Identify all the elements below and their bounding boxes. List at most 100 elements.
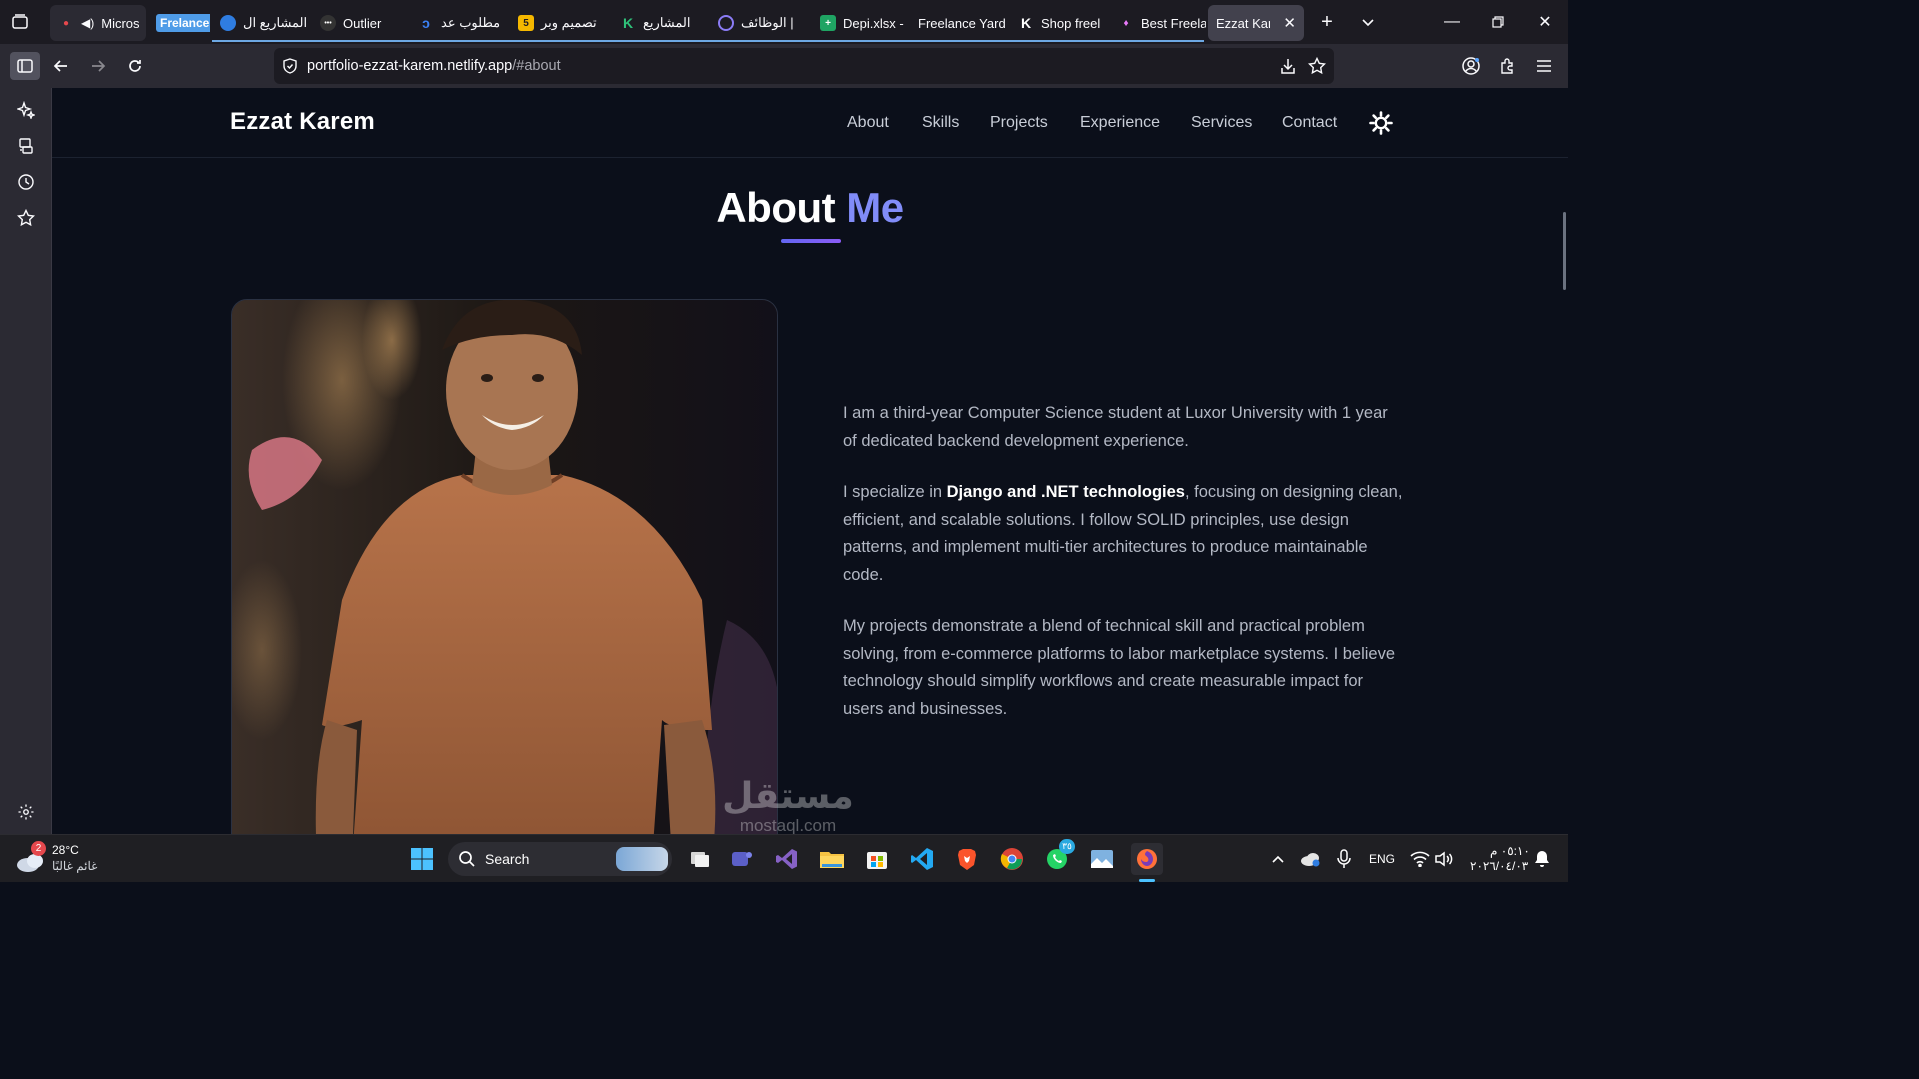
download-icon[interactable] bbox=[1279, 57, 1297, 75]
tab-ezzat-karem[interactable]: Ezzat Karem ✕ bbox=[1208, 5, 1304, 41]
new-tab-button[interactable]: + bbox=[1313, 8, 1341, 36]
tab-list-icon[interactable] bbox=[6, 8, 34, 36]
taskbar: 2 28°C غائم غالبًا Search ٣٥ ENG ٠٥:١٠ م… bbox=[0, 834, 1568, 882]
nav-skills[interactable]: Skills bbox=[922, 114, 959, 132]
site-brand[interactable]: Ezzat Karem bbox=[230, 108, 375, 136]
five-icon: 5 bbox=[518, 15, 534, 31]
forward-icon[interactable] bbox=[84, 52, 112, 80]
input-language[interactable]: ENG bbox=[1369, 852, 1395, 866]
shield-icon[interactable] bbox=[282, 58, 298, 74]
vscode-icon[interactable] bbox=[906, 843, 938, 875]
watermark-logo: مستقل mostaql.com bbox=[688, 776, 888, 835]
tab-label: مطلوب عد bbox=[441, 15, 501, 30]
tab-microsoft[interactable]: ● ◀) Micros bbox=[50, 5, 146, 41]
reload-icon[interactable] bbox=[121, 52, 149, 80]
extensions-icon[interactable] bbox=[1494, 52, 1522, 80]
visual-studio-icon[interactable] bbox=[771, 843, 803, 875]
tab-label: Ezzat Karem bbox=[1216, 15, 1271, 31]
whatsapp-icon[interactable]: ٣٥ bbox=[1041, 839, 1075, 875]
task-view-icon[interactable] bbox=[684, 843, 716, 875]
nav-experience[interactable]: Experience bbox=[1080, 114, 1160, 132]
clock-time[interactable]: ٠٥:١٠ م bbox=[1490, 844, 1530, 858]
close-tab-icon[interactable]: ✕ bbox=[1283, 14, 1296, 32]
about-paragraph-3: My projects demonstrate a blend of techn… bbox=[843, 617, 1396, 718]
tab-label: Outlier bbox=[343, 15, 382, 31]
active-app-indicator bbox=[1139, 879, 1155, 882]
about-paragraph-2: I specialize in Django and .NET technolo… bbox=[843, 479, 1403, 589]
customize-gear-icon[interactable] bbox=[12, 798, 40, 826]
ai-sparkle-icon[interactable] bbox=[12, 96, 40, 124]
sidebar-toggle-icon[interactable] bbox=[10, 52, 40, 80]
whatsapp-badge: ٣٥ bbox=[1059, 839, 1075, 854]
purple-ring-icon bbox=[718, 15, 734, 31]
firefox-icon[interactable] bbox=[1131, 843, 1163, 875]
chevron-up-icon[interactable] bbox=[1262, 843, 1294, 875]
balloon-icon: ♦ bbox=[1123, 17, 1129, 29]
tab-projects-ar[interactable]: المشاريع ال bbox=[212, 5, 308, 41]
browser-sidebar bbox=[0, 88, 52, 834]
tab-label: Shop freel bbox=[1041, 15, 1101, 31]
photos-icon[interactable] bbox=[1086, 843, 1118, 875]
chrome-icon[interactable] bbox=[996, 843, 1028, 875]
k-icon: K bbox=[1020, 15, 1032, 31]
brave-icon[interactable] bbox=[951, 843, 983, 875]
file-explorer-icon[interactable] bbox=[816, 843, 848, 875]
container-underline bbox=[212, 40, 1204, 42]
back-icon[interactable] bbox=[47, 52, 75, 80]
tab-label: المشاريع ال bbox=[243, 15, 308, 30]
tab-freelance-yard[interactable]: Freelance Yard bbox=[910, 5, 1008, 41]
swirl-icon: ↄ bbox=[422, 15, 430, 31]
tab-wanted[interactable]: ↄ مطلوب عد bbox=[410, 5, 508, 41]
tab-projects2[interactable]: K المشاريع bbox=[612, 5, 708, 41]
speaker-icon[interactable]: ◀) bbox=[81, 16, 94, 30]
tab-strip: ● ◀) Micros Frelance المشاريع ال ••• Out… bbox=[0, 0, 1568, 44]
sun-icon[interactable] bbox=[1368, 110, 1394, 136]
minimize-button[interactable]: — bbox=[1438, 8, 1466, 36]
weather-temp: 28°C bbox=[52, 843, 79, 857]
page-scrollbar[interactable] bbox=[1563, 212, 1566, 290]
nav-about[interactable]: About bbox=[847, 114, 889, 132]
weather-widget[interactable]: 2 28°C غائم غالبًا bbox=[16, 841, 126, 877]
microphone-icon[interactable] bbox=[1328, 843, 1360, 875]
menu-icon[interactable] bbox=[1530, 52, 1558, 80]
history-icon[interactable] bbox=[12, 168, 40, 196]
site-header: Ezzat Karem About Skills Projects Experi… bbox=[52, 88, 1568, 158]
tab-frelance[interactable]: Frelance bbox=[148, 5, 210, 41]
windows-start-icon[interactable] bbox=[406, 843, 438, 875]
tab-jobs[interactable]: الوظائف | bbox=[710, 5, 810, 41]
tab-depi[interactable]: + Depi.xlsx - bbox=[812, 5, 908, 41]
bookmark-star-icon[interactable] bbox=[1308, 57, 1326, 75]
taskbar-search-box[interactable]: Search bbox=[448, 842, 672, 876]
nav-contact[interactable]: Contact bbox=[1282, 114, 1337, 132]
nav-projects[interactable]: Projects bbox=[990, 114, 1048, 132]
volume-icon[interactable] bbox=[1428, 843, 1460, 875]
tab-outlier[interactable]: ••• Outlier bbox=[312, 5, 404, 41]
watermark-arabic: مستقل bbox=[722, 776, 854, 817]
tab-design[interactable]: 5 تصميم وبر bbox=[510, 5, 608, 41]
circle-blue-icon bbox=[220, 15, 236, 31]
address-bar[interactable]: portfolio-ezzat-karem.netlify.app/#about bbox=[274, 48, 1334, 84]
onedrive-icon[interactable] bbox=[1294, 843, 1326, 875]
search-icon bbox=[458, 850, 476, 873]
weather-desc: غائم غالبًا bbox=[52, 859, 98, 873]
restore-button[interactable] bbox=[1484, 8, 1512, 36]
tab-shop[interactable]: K Shop freel bbox=[1010, 5, 1106, 41]
bookmarks-icon[interactable] bbox=[12, 204, 40, 232]
synced-tabs-icon[interactable] bbox=[12, 132, 40, 160]
close-window-button[interactable]: ✕ bbox=[1531, 8, 1559, 36]
notification-bell-icon[interactable] bbox=[1526, 843, 1558, 875]
chevron-down-icon[interactable] bbox=[1354, 8, 1382, 36]
watermark-latin: mostaql.com bbox=[739, 816, 837, 834]
nav-services[interactable]: Services bbox=[1191, 114, 1252, 132]
tab-best-freelance[interactable]: ♦ Best Freela bbox=[1110, 5, 1206, 41]
tab-label: Freelance Yard bbox=[918, 15, 1006, 31]
title-main: About bbox=[716, 184, 836, 231]
tab-label: المشاريع bbox=[643, 15, 691, 30]
microsoft-store-icon[interactable] bbox=[861, 843, 893, 875]
account-icon[interactable] bbox=[1457, 52, 1485, 80]
about-paragraph-1: I am a third-year Computer Science stude… bbox=[843, 404, 1388, 450]
clock-date[interactable]: ٢٠٢٦/٠٤/٠٣ bbox=[1470, 859, 1528, 873]
teams-icon[interactable] bbox=[726, 843, 758, 875]
title-accent: Me bbox=[846, 184, 904, 231]
para2-prefix: I specialize in bbox=[843, 483, 947, 501]
